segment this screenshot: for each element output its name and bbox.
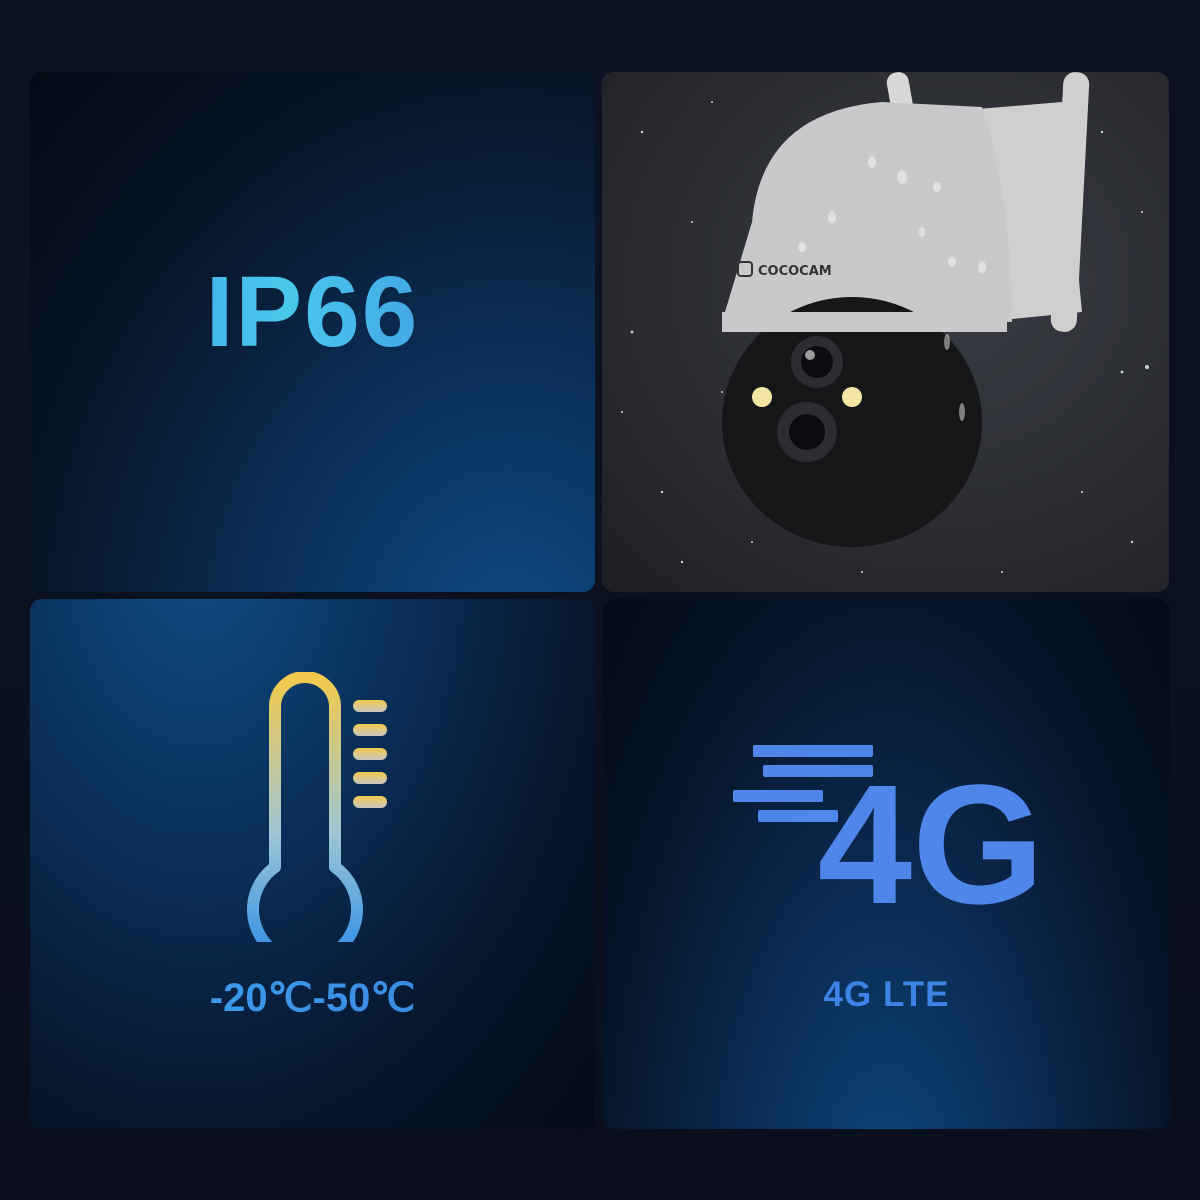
network-type-label: 4G LTE xyxy=(823,975,950,1014)
4g-glyph: 4G xyxy=(818,750,1045,915)
camera-body xyxy=(722,297,982,547)
camera-dome xyxy=(722,102,1012,322)
camera-photo: COCOCAM xyxy=(621,72,1149,573)
ip66-title: IP66 xyxy=(30,262,595,362)
4g-speed-icon: 4G xyxy=(733,745,1045,915)
thermometer-scale xyxy=(353,700,387,808)
temperature-range-label: -20℃-50℃ xyxy=(30,975,595,1021)
thermometer-icon xyxy=(247,672,387,942)
brand-logo: COCOCAM xyxy=(758,264,832,279)
camera-photo-panel: COCOCAM xyxy=(602,72,1169,592)
